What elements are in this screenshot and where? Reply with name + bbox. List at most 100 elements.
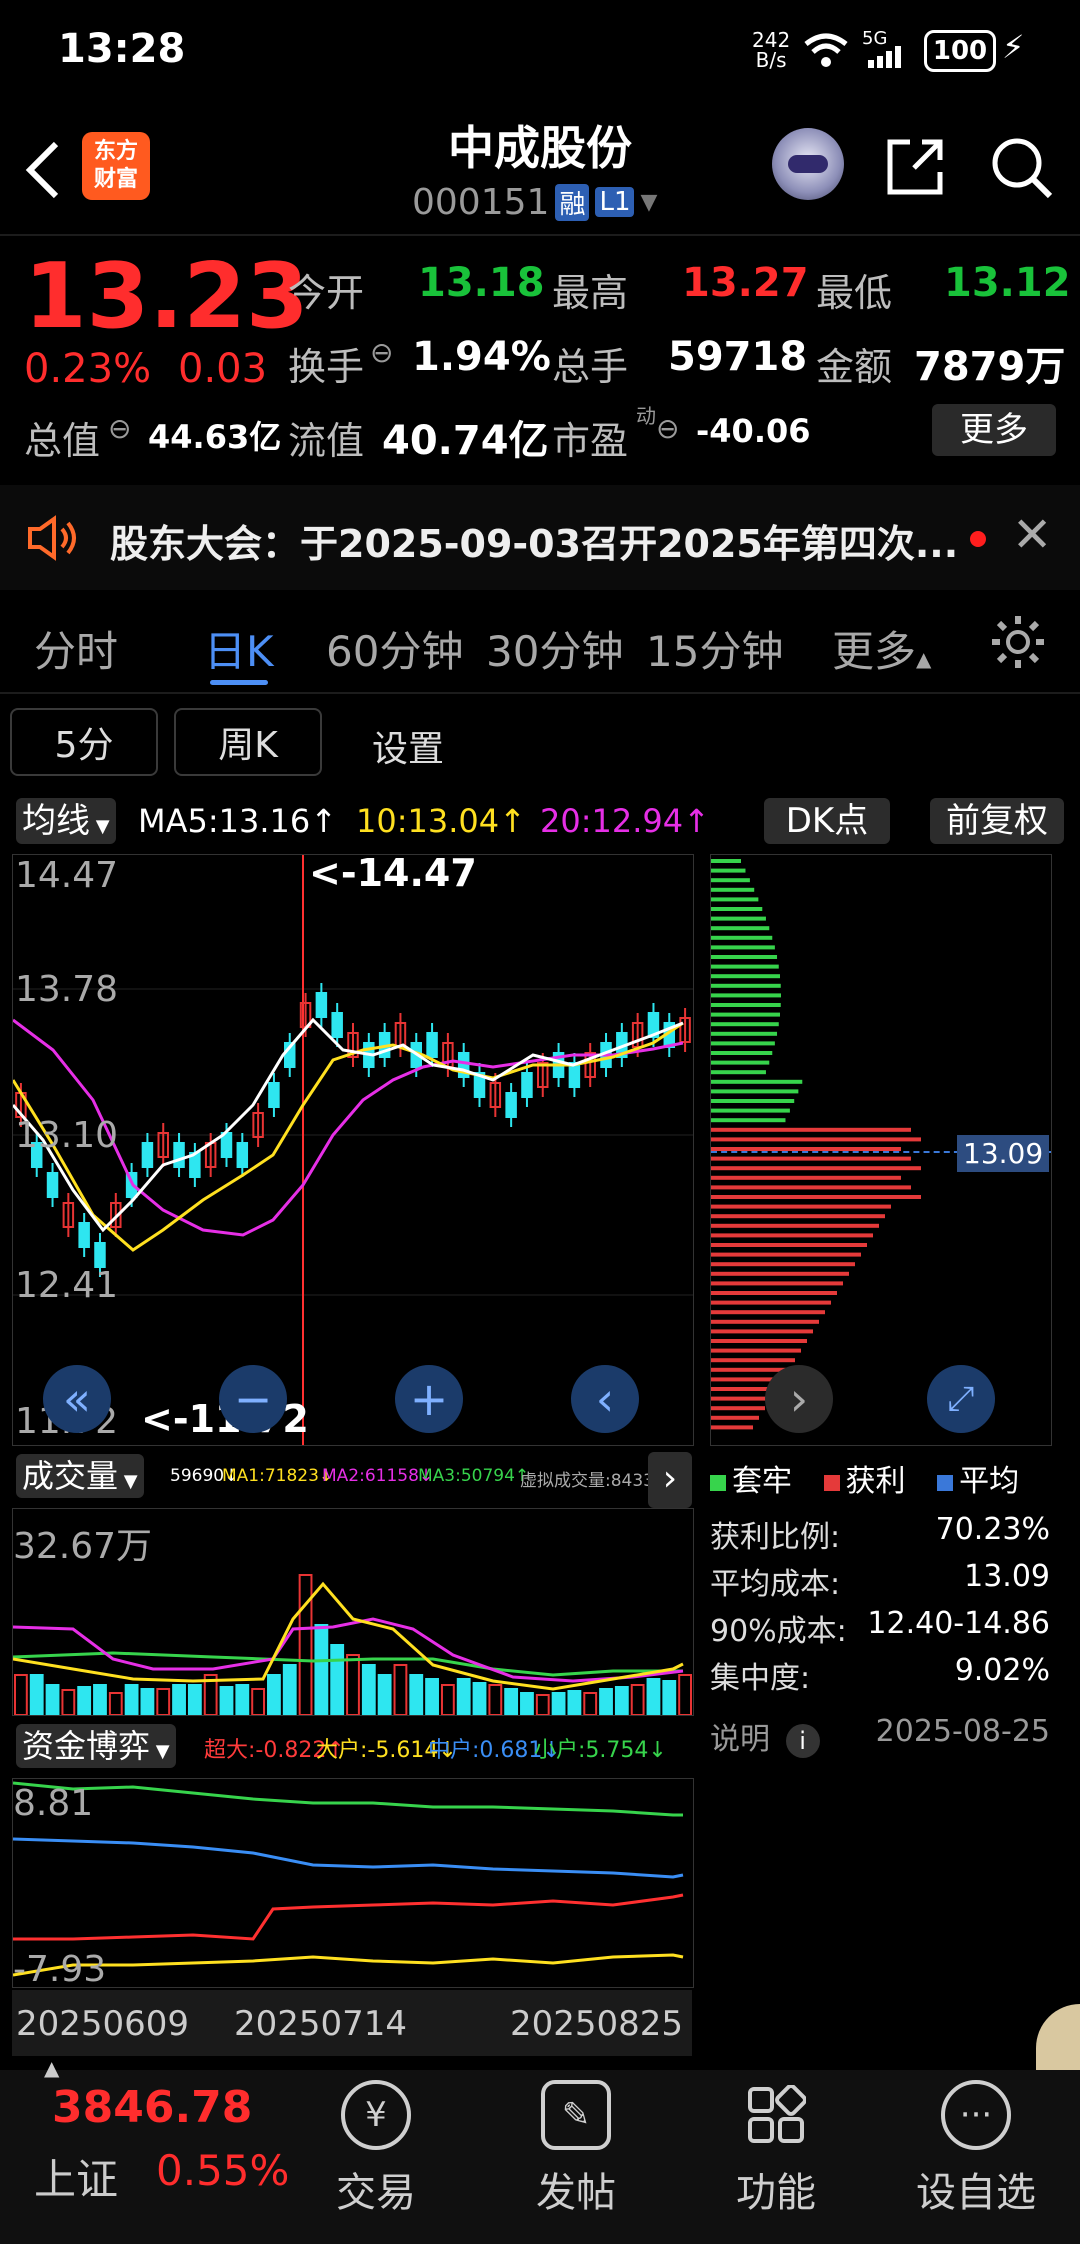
scroll-left-fast-icon[interactable]: «: [43, 1365, 111, 1433]
stat-row: 平均成本: 13.09: [710, 1559, 1050, 1602]
volume-bar: [393, 1664, 408, 1715]
scroll-left-icon[interactable]: ‹: [571, 1365, 639, 1433]
note-link[interactable]: 说明: [710, 1722, 770, 1757]
volume-bar: [282, 1664, 297, 1715]
chip-bar: [711, 916, 766, 921]
tab-30min[interactable]: 30分钟: [486, 618, 623, 679]
volume-bar: [140, 1688, 155, 1715]
more-dots-icon: ···: [941, 2080, 1011, 2150]
nav-post[interactable]: ✎ 发帖: [496, 2080, 656, 2218]
candle-body: [236, 1142, 249, 1168]
stat-row: 获利比例: 70.23%: [710, 1512, 1050, 1555]
chip-bar: [711, 1204, 891, 1209]
nav-trade[interactable]: ¥ 交易: [296, 2080, 456, 2218]
chip-bar: [711, 1329, 813, 1334]
battery-icon: 100: [924, 30, 996, 72]
chip-bar: [711, 945, 775, 950]
gear-icon[interactable]: [990, 614, 1046, 670]
kline-chart[interactable]: 14.47 13.78 13.10 12.41 11.72 <-14.47 <-…: [12, 851, 694, 1446]
chip-bar: [711, 859, 741, 863]
index-change[interactable]: 0.55%: [156, 2146, 289, 2195]
fund-ymax: 8.81: [13, 1783, 94, 1824]
ma10-value: 10:13.04↑: [356, 802, 526, 840]
pe-label: 市盈: [552, 419, 629, 463]
subtab-5min[interactable]: 5分: [10, 708, 158, 776]
chip-bar: [711, 1252, 861, 1257]
volume-bar: [614, 1686, 629, 1715]
info-icon[interactable]: ⊖: [370, 336, 393, 369]
nav-add-watchlist[interactable]: ··· 设自选: [896, 2080, 1056, 2218]
chip-bar: [711, 1291, 837, 1295]
dk-point-button[interactable]: DK点: [764, 798, 890, 844]
candle-body: [505, 1092, 517, 1118]
volume-selector[interactable]: 成交量 ▼: [16, 1454, 144, 1498]
low-value: 13.12: [944, 260, 1071, 306]
chip-bar: [711, 1214, 885, 1219]
volume-bar: [77, 1686, 92, 1715]
index-value[interactable]: 3846.78: [52, 2082, 252, 2133]
legend-swatch: [937, 1475, 954, 1491]
legend-swatch: [823, 1475, 840, 1491]
chip-bar: [711, 964, 779, 969]
chip-bar: [711, 1003, 781, 1007]
volume-ymax: 32.67万: [13, 1526, 153, 1567]
chart-subtabs: 5分 周K 设置: [0, 700, 1080, 790]
tab-daily-k[interactable]: 日K: [204, 618, 274, 679]
charging-icon: ⚡: [1002, 28, 1025, 66]
ma-selector[interactable]: 均线 ▼: [16, 798, 116, 844]
chip-distribution-chart[interactable]: 13.09 › ⤢: [710, 854, 1052, 1446]
tab-60min[interactable]: 60分钟: [326, 618, 463, 679]
subtab-settings[interactable]: 设置: [372, 720, 444, 772]
date-label: 20250609: [16, 2004, 190, 2044]
chip-bar: [711, 1348, 801, 1353]
zoom-out-icon[interactable]: −: [219, 1365, 287, 1433]
chip-bar: [711, 1175, 901, 1180]
wifi-icon: [804, 33, 848, 67]
fund-flow-selector[interactable]: 资金博弈 ▼: [16, 1724, 176, 1768]
info-icon[interactable]: ⊖: [108, 412, 131, 445]
tab-intraday[interactable]: 分时: [34, 618, 118, 679]
chip-bar: [711, 1281, 843, 1286]
nav-functions[interactable]: 功能: [696, 2080, 856, 2218]
bottom-nav: ▲ 3846.78 上证 0.55% ¥ 交易 ✎ 发帖 功能 ··· 设自选: [0, 2056, 1080, 2244]
chip-bar: [711, 887, 755, 892]
volume-chart[interactable]: 32.67万: [12, 1508, 694, 1716]
tab-more[interactable]: 更多▲: [832, 618, 931, 679]
announcement-bar[interactable]: 股东大会：于2025-09-03召开2025年第四次... ✕: [0, 485, 1080, 590]
chip-bar: [711, 1243, 867, 1247]
tab-15min[interactable]: 15分钟: [646, 618, 783, 679]
stock-code-row[interactable]: 000151 融 L1 ▼: [412, 180, 657, 224]
fund-flow-chart[interactable]: 8.81 -7.93: [12, 1778, 694, 1990]
chip-bar: [711, 1396, 771, 1401]
volume-bar: [267, 1674, 281, 1715]
volume-bar: [409, 1674, 424, 1715]
chip-bar: [711, 1319, 819, 1324]
more-quote-button[interactable]: 更多: [932, 404, 1056, 456]
volume-bar: [219, 1686, 234, 1715]
index-name[interactable]: 上证: [34, 2146, 118, 2207]
last-price: 13.23: [24, 244, 309, 349]
info-icon[interactable]: i: [785, 1723, 820, 1758]
expand-icon[interactable]: ⤢: [927, 1365, 995, 1433]
info-icon[interactable]: ⊖: [656, 412, 679, 445]
robot-assistant-icon[interactable]: [772, 128, 844, 200]
search-icon[interactable]: [990, 136, 1054, 200]
share-icon[interactable]: [884, 136, 946, 198]
chevron-right-icon[interactable]: ›: [648, 1452, 692, 1508]
y-axis-label: 13.78: [15, 969, 119, 1010]
chip-bar: [711, 1185, 911, 1190]
stock-code: 000151: [412, 181, 550, 223]
chip-bar: [711, 1339, 807, 1343]
zoom-in-icon[interactable]: +: [395, 1365, 463, 1433]
volume-bar: [551, 1692, 566, 1715]
chevron-right-icon[interactable]: ›: [765, 1365, 833, 1433]
volume-bar: [567, 1690, 582, 1715]
unread-dot: [970, 531, 986, 547]
volume-bar: [583, 1692, 598, 1715]
subtab-weekly-k[interactable]: 周K: [174, 708, 322, 776]
adjust-mode-button[interactable]: 前复权: [930, 798, 1064, 844]
ma20-value: 20:12.94↑: [540, 802, 710, 840]
date-axis: 20250609 20250714 20250825: [12, 1990, 692, 2056]
close-icon[interactable]: ✕: [1012, 507, 1052, 563]
volume-bar: [425, 1678, 439, 1715]
